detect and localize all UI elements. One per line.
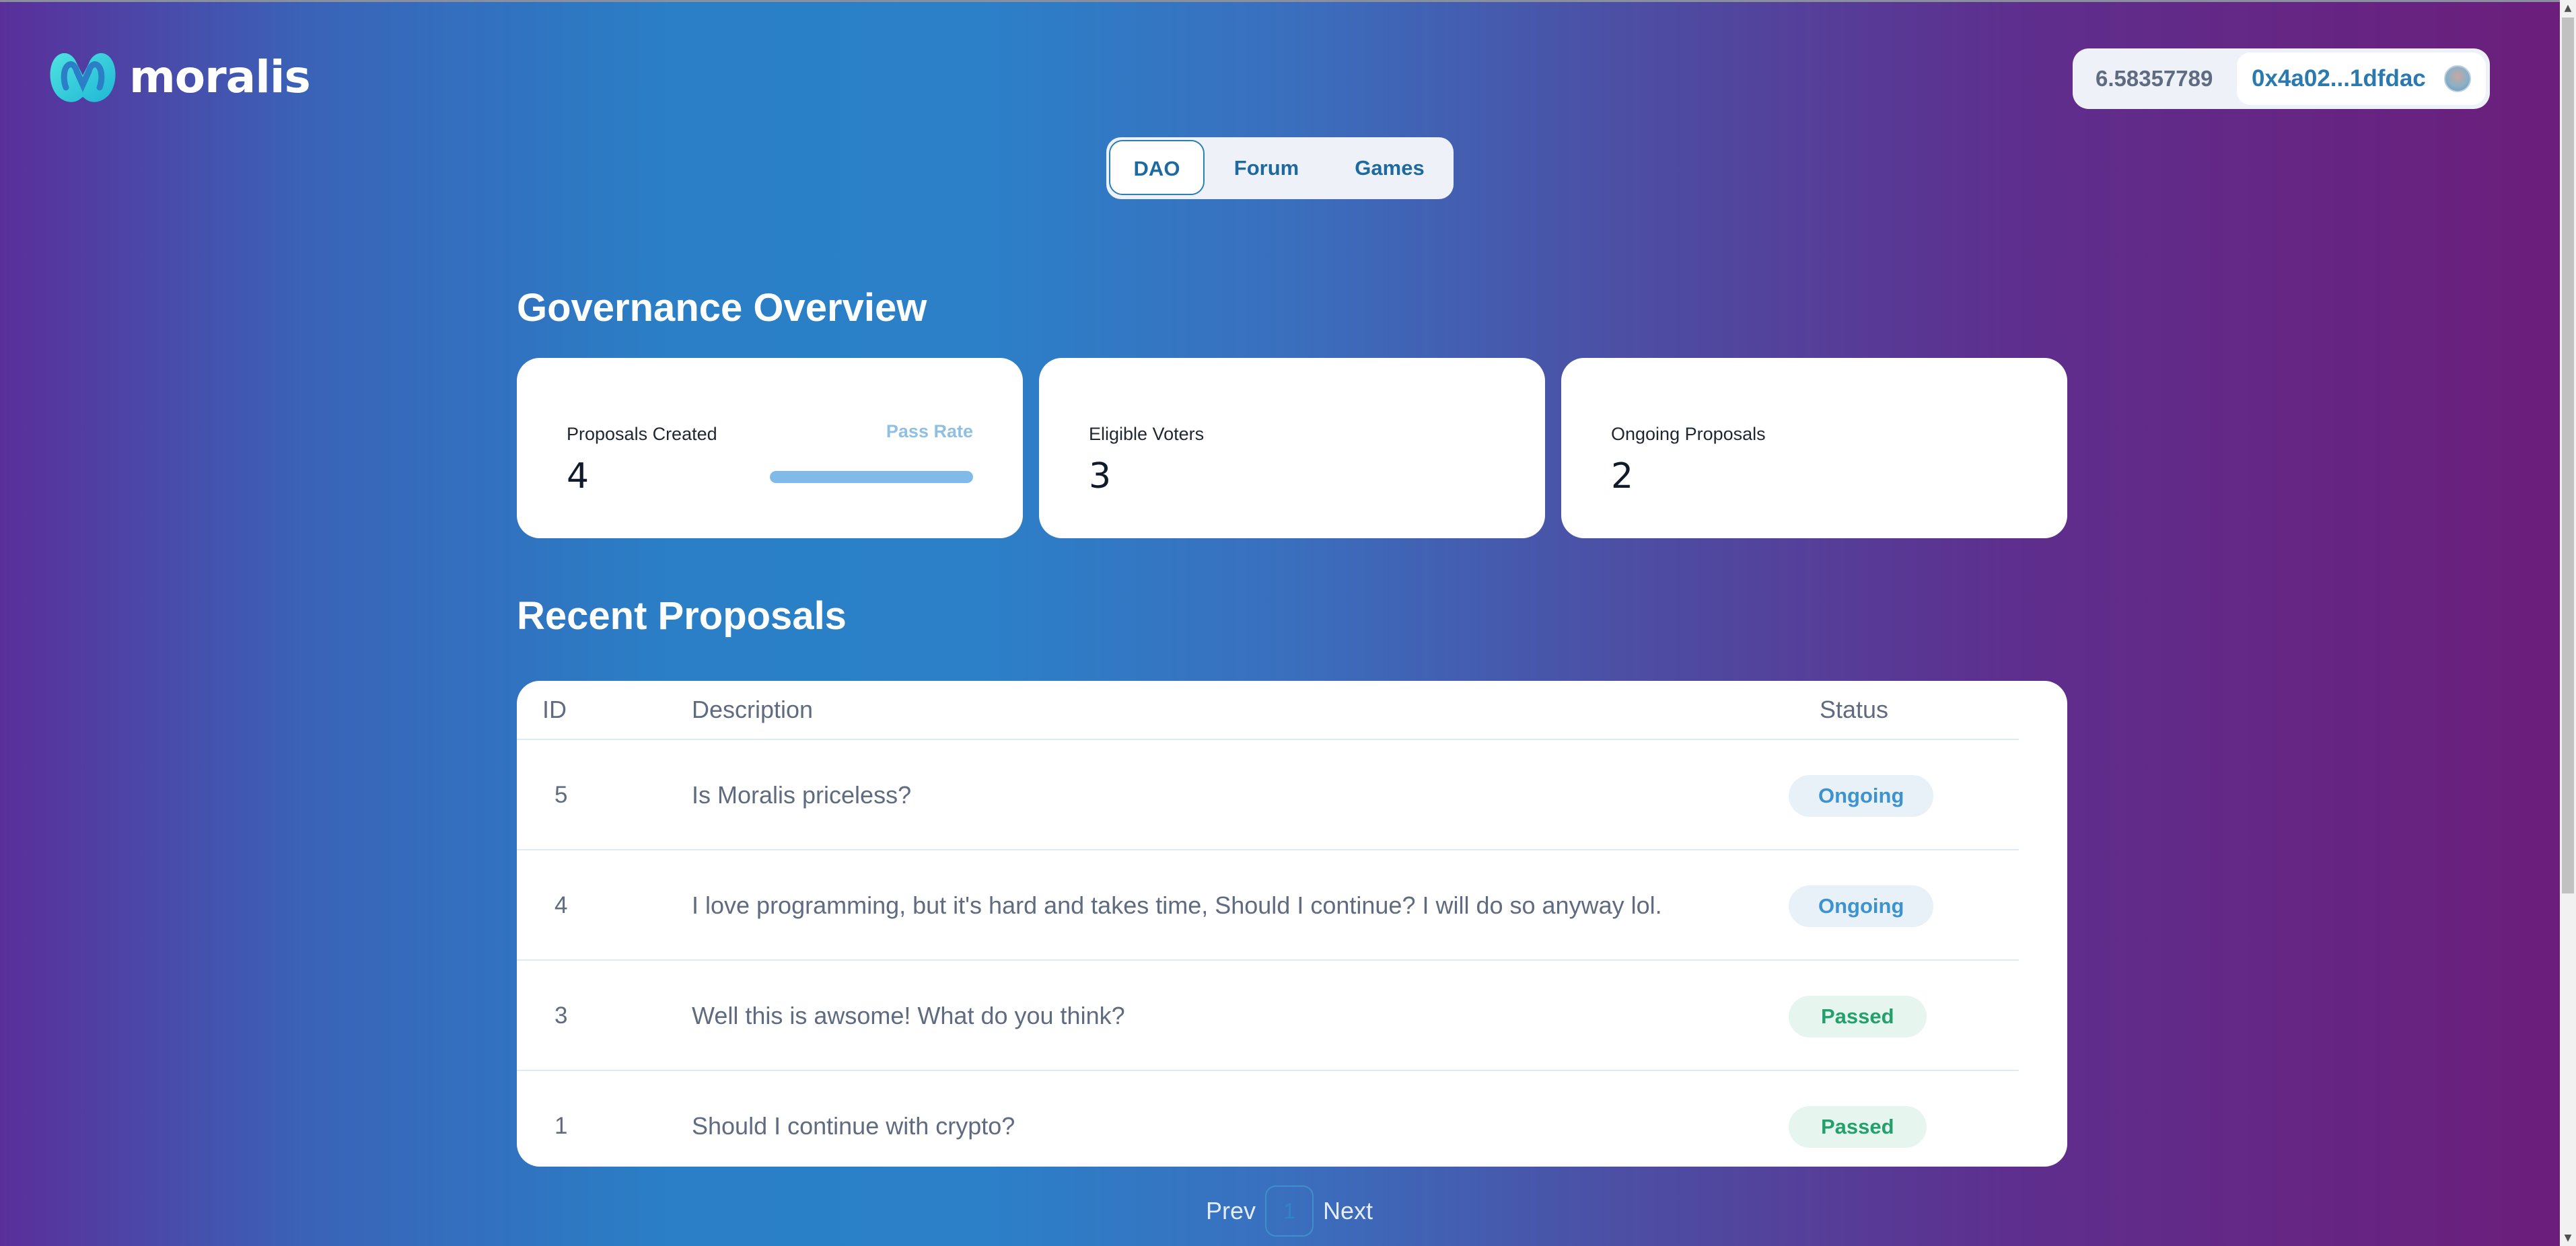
- scroll-up-arrow-icon[interactable]: ▲: [2560, 0, 2576, 16]
- tab-dao[interactable]: DAO: [1109, 140, 1205, 195]
- status-badge: Ongoing: [1789, 775, 1934, 817]
- page-scrollbar[interactable]: ▲ ▼: [2560, 0, 2576, 1246]
- brand-name: moralis: [129, 50, 311, 103]
- prev-page-button[interactable]: Prev: [1206, 1185, 1256, 1237]
- moralis-logo-icon: [50, 53, 116, 102]
- main-tabs: DAO Forum Games: [1106, 137, 1454, 199]
- column-header-status: Status: [1820, 696, 1889, 723]
- proposal-description: Is Moralis priceless?: [692, 781, 912, 809]
- wallet-avatar-icon: [2444, 65, 2471, 92]
- table-row[interactable]: 3 Well this is awsome! What do you think…: [517, 961, 2067, 1071]
- ongoing-proposals-card: Ongoing Proposals 2: [1561, 358, 2067, 538]
- column-header-id: ID: [542, 696, 567, 723]
- proposals-created-value: 4: [567, 456, 589, 497]
- wallet-address-button[interactable]: 0x4a02...1dfdac: [2237, 52, 2486, 105]
- proposal-description: I love programming, but it's hard and ta…: [692, 891, 1662, 919]
- status-badge: Ongoing: [1789, 885, 1934, 927]
- proposal-description: Should I continue with crypto?: [692, 1112, 1015, 1140]
- pagination: Prev 1 Next: [1206, 1185, 1373, 1237]
- eligible-voters-label: Eligible Voters: [1089, 424, 1205, 444]
- pass-rate-label: Pass Rate: [886, 421, 973, 441]
- table-row[interactable]: 4 I love programming, but it's hard and …: [517, 850, 2067, 961]
- proposals-created-card: Proposals Created 4 Pass Rate: [517, 358, 1023, 538]
- moralis-logo[interactable]: moralis: [46, 46, 311, 108]
- scroll-thumb[interactable]: [2562, 17, 2574, 893]
- recent-proposals-title: Recent Proposals: [517, 594, 847, 638]
- next-page-button[interactable]: Next: [1323, 1185, 1373, 1237]
- ongoing-proposals-label: Ongoing Proposals: [1611, 424, 1766, 444]
- proposals-created-label: Proposals Created: [567, 424, 717, 444]
- tab-forum[interactable]: Forum: [1226, 137, 1307, 199]
- proposal-id: 1: [554, 1113, 568, 1139]
- proposal-description: Well this is awsome! What do you think?: [692, 1002, 1125, 1029]
- proposals-table: ID Description Status 5 Is Moralis price…: [517, 681, 2067, 1167]
- governance-overview-title: Governance Overview: [517, 286, 927, 330]
- scroll-down-arrow-icon[interactable]: ▼: [2560, 1230, 2576, 1246]
- proposal-id: 4: [554, 892, 568, 918]
- account-widget[interactable]: 6.58357789 0x4a02...1dfdac: [2073, 48, 2490, 109]
- ongoing-proposals-value: 2: [1611, 456, 1634, 497]
- proposal-id: 3: [554, 1002, 568, 1029]
- table-row[interactable]: 5 Is Moralis priceless? Ongoing: [517, 740, 2067, 850]
- tab-games[interactable]: Games: [1346, 137, 1433, 199]
- pass-rate-bar: [770, 471, 973, 483]
- window-top-border: [0, 0, 2576, 2]
- status-badge: Passed: [1789, 1106, 1927, 1148]
- proposal-id: 5: [554, 782, 568, 808]
- eligible-voters-card: Eligible Voters 3: [1039, 358, 1545, 538]
- column-header-description: Description: [692, 696, 814, 723]
- pass-rate-fill: [770, 471, 973, 483]
- eligible-voters-value: 3: [1089, 456, 1112, 497]
- status-badge: Passed: [1789, 996, 1927, 1037]
- wallet-address: 0x4a02...1dfdac: [2252, 65, 2426, 91]
- table-row[interactable]: 1 Should I continue with crypto? Passed: [517, 1071, 2067, 1167]
- current-page-button[interactable]: 1: [1265, 1185, 1314, 1237]
